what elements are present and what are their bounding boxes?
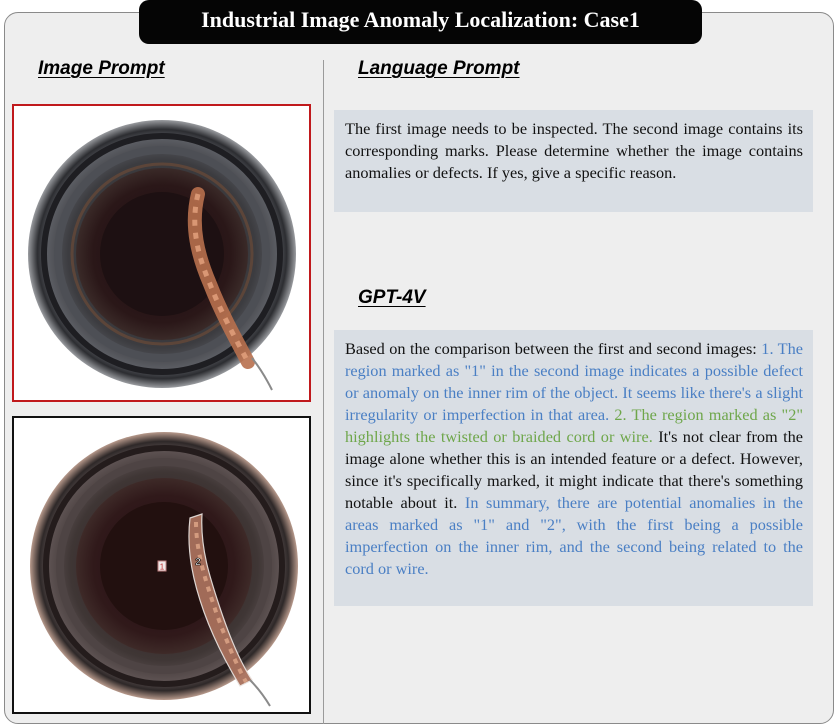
query-image [12,104,311,402]
marked-image: 1 2 [12,416,311,714]
region-2-label: 2 [195,557,201,568]
case-title: Industrial Image Anomaly Localization: C… [139,0,702,44]
language-prompt-heading: Language Prompt [358,58,520,79]
image-prompt-heading: Image Prompt [38,58,165,79]
bottle-top-view-image [14,106,309,400]
gpt4v-response-box: Based on the comparison between the firs… [334,330,813,606]
prompt-text: The first image needs to be inspected. T… [345,119,803,182]
response-intro: Based on the comparison between the firs… [345,339,762,358]
bottle-marked-image: 1 2 [14,418,309,712]
gpt4v-heading: GPT-4V [358,287,426,308]
language-prompt-box: The first image needs to be inspected. T… [334,110,813,212]
region-1-label: 1 [160,563,165,572]
column-divider [323,60,324,724]
